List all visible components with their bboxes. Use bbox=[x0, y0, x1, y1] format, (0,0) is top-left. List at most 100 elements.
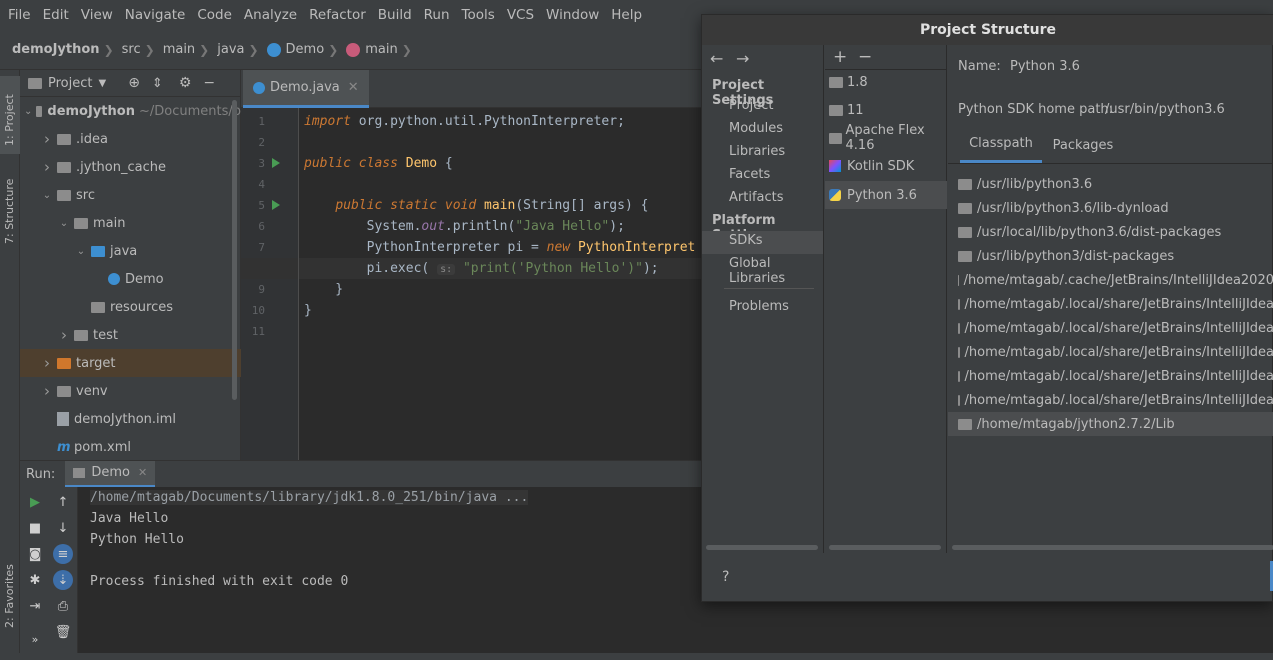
gear-icon[interactable]: ⚙ bbox=[179, 75, 192, 91]
arrow-up-icon[interactable]: ↑ bbox=[53, 492, 73, 512]
classpath-item[interactable]: /home/mtagab/.local/share/JetBrains/Inte… bbox=[948, 316, 1273, 340]
rerun-icon[interactable]: ▶ bbox=[25, 492, 45, 512]
remove-icon[interactable]: − bbox=[858, 47, 872, 67]
back-arrow-icon[interactable]: ← bbox=[710, 49, 723, 68]
favorites-tool-label[interactable]: 2: Favorites bbox=[3, 564, 16, 628]
add-icon[interactable]: + bbox=[833, 47, 847, 67]
menu-build[interactable]: Build bbox=[372, 7, 418, 23]
sdk-scrollbar[interactable] bbox=[829, 545, 941, 550]
classpath-item[interactable]: /home/mtagab/.local/share/JetBrains/Inte… bbox=[948, 364, 1273, 388]
nav-global-libraries[interactable]: Global Libraries bbox=[729, 256, 823, 286]
menu-vcs[interactable]: VCS bbox=[501, 7, 540, 23]
nav-facets[interactable]: Facets bbox=[729, 167, 770, 182]
menu-run[interactable]: Run bbox=[418, 7, 456, 23]
menu-window[interactable]: Window bbox=[540, 7, 605, 23]
print-icon[interactable]: ⎙ bbox=[53, 596, 73, 616]
menu-help[interactable]: Help bbox=[605, 7, 648, 23]
tree-item[interactable]: › venv bbox=[20, 377, 241, 405]
classpath-item[interactable]: /home/mtagab/jython2.7.2/Lib bbox=[948, 412, 1273, 436]
tree-item[interactable]: ⌄ main bbox=[20, 209, 241, 237]
trash-icon[interactable]: 🗑 bbox=[53, 622, 73, 642]
code-editor[interactable]: 1234567891011 import org.python.util.Pyt… bbox=[241, 108, 701, 460]
menu-refactor[interactable]: Refactor bbox=[303, 7, 372, 23]
crumb-main[interactable]: main ❯ bbox=[163, 42, 218, 57]
crumb-method[interactable]: main ❯ bbox=[346, 42, 420, 57]
name-field[interactable]: Python 3.6 bbox=[1010, 59, 1080, 74]
crumb-demo[interactable]: Demo ❯ bbox=[266, 42, 347, 57]
nav-scrollbar[interactable] bbox=[706, 545, 818, 550]
run-class-icon[interactable] bbox=[272, 158, 280, 168]
close-icon[interactable]: ✕ bbox=[348, 80, 359, 95]
tree-item[interactable]: ⌄ demoJython ~/Documents/p bbox=[20, 97, 241, 125]
soft-wrap-icon[interactable]: ≡ bbox=[53, 544, 73, 564]
tree-item[interactable]: demoJython.iml bbox=[20, 405, 241, 433]
tree-item[interactable]: Demo bbox=[20, 265, 241, 293]
help-button[interactable]: ? bbox=[722, 569, 729, 585]
arrow-down-icon[interactable]: ↓ bbox=[53, 518, 73, 538]
chevron-right-icon[interactable]: › bbox=[41, 382, 53, 400]
menu-code[interactable]: Code bbox=[191, 7, 238, 23]
tree-item[interactable]: ⌄ src bbox=[20, 181, 241, 209]
nav-libraries[interactable]: Libraries bbox=[729, 144, 785, 159]
sdk-item-apache-flex[interactable]: Apache Flex 4.16 bbox=[829, 123, 946, 153]
tree-item[interactable]: › .idea bbox=[20, 125, 241, 153]
debug-icon[interactable]: ✱ bbox=[25, 570, 45, 590]
hide-icon[interactable]: − bbox=[203, 75, 215, 91]
chevron-right-icon[interactable]: › bbox=[41, 158, 53, 176]
tab-demo-java[interactable]: Demo.java ✕ bbox=[243, 70, 369, 108]
tab-packages[interactable]: Packages bbox=[1044, 127, 1122, 163]
chevron-right-icon[interactable]: › bbox=[58, 326, 70, 344]
run-method-icon[interactable] bbox=[272, 200, 280, 210]
menu-navigate[interactable]: Navigate bbox=[119, 7, 192, 23]
crumb-src[interactable]: src ❯ bbox=[122, 42, 163, 57]
chevron-right-icon[interactable]: › bbox=[41, 354, 53, 372]
chevron-down-icon[interactable]: ⌄ bbox=[41, 190, 53, 201]
nav-artifacts[interactable]: Artifacts bbox=[729, 190, 784, 205]
locate-icon[interactable]: ⊕ bbox=[128, 75, 140, 91]
crumb-java[interactable]: java ❯ bbox=[217, 42, 266, 57]
classpath-scrollbar[interactable] bbox=[952, 545, 1273, 550]
close-icon[interactable]: ✕ bbox=[138, 466, 147, 479]
classpath-item[interactable]: /usr/lib/python3.6/lib-dynload bbox=[948, 196, 1273, 220]
camera-icon[interactable]: ◙ bbox=[25, 544, 45, 564]
tree-item[interactable]: › target bbox=[20, 349, 241, 377]
nav-modules[interactable]: Modules bbox=[729, 121, 783, 136]
classpath-item[interactable]: /usr/lib/python3/dist-packages bbox=[948, 244, 1273, 268]
tree-item[interactable]: m pom.xml bbox=[20, 433, 241, 461]
sdk-item-1-8[interactable]: 1.8 bbox=[829, 70, 868, 94]
menu-edit[interactable]: Edit bbox=[37, 7, 75, 23]
sdk-item-11[interactable]: 11 bbox=[829, 98, 864, 122]
collapse-all-icon[interactable]: ⇕ bbox=[152, 76, 163, 91]
tree-item[interactable]: › test bbox=[20, 321, 241, 349]
menu-analyze[interactable]: Analyze bbox=[238, 7, 303, 23]
menu-view[interactable]: View bbox=[75, 7, 119, 23]
classpath-item[interactable]: /usr/lib/python3.6 bbox=[948, 172, 1273, 196]
classpath-item[interactable]: /usr/local/lib/python3.6/dist-packages bbox=[948, 220, 1273, 244]
sdk-item-kotlin[interactable]: Kotlin SDK bbox=[829, 154, 914, 178]
chevron-down-icon[interactable]: ⌄ bbox=[24, 106, 32, 117]
classpath-item[interactable]: /home/mtagab/.local/share/JetBrains/Inte… bbox=[948, 292, 1273, 316]
stop-icon[interactable]: ■ bbox=[25, 518, 45, 538]
classpath-item[interactable]: /home/mtagab/.local/share/JetBrains/Inte… bbox=[948, 340, 1273, 364]
tree-item[interactable]: ⌄ java bbox=[20, 237, 241, 265]
nav-problems[interactable]: Problems bbox=[729, 299, 789, 314]
forward-arrow-icon[interactable]: → bbox=[736, 49, 749, 68]
tree-item[interactable]: › .jython_cache bbox=[20, 153, 241, 181]
crumb-project[interactable]: demoJython ❯ bbox=[12, 42, 122, 57]
run-tab-demo[interactable]: Demo ✕ bbox=[65, 460, 156, 488]
menu-file[interactable]: File bbox=[2, 7, 37, 23]
classpath-item[interactable]: /home/mtagab/.cache/JetBrains/IntelliJId… bbox=[948, 268, 1273, 292]
nav-project[interactable]: Project bbox=[729, 98, 773, 113]
classpath-item[interactable]: /home/mtagab/.local/share/JetBrains/Inte… bbox=[948, 388, 1273, 412]
sdk-item-python[interactable]: Python 3.6 bbox=[829, 183, 917, 207]
home-path-value[interactable]: /usr/bin/python3.6 bbox=[1105, 102, 1225, 117]
nav-sdks[interactable]: SDKs bbox=[729, 233, 763, 248]
chevron-down-icon[interactable]: ⌄ bbox=[75, 246, 87, 257]
tree-scrollbar[interactable] bbox=[232, 100, 237, 400]
more-icon[interactable]: » bbox=[25, 629, 45, 649]
login-icon[interactable]: ⇥ bbox=[25, 596, 45, 616]
scroll-to-end-icon[interactable]: ⇣ bbox=[53, 570, 73, 590]
project-panel-title[interactable]: Project bbox=[48, 76, 92, 91]
menu-tools[interactable]: Tools bbox=[456, 7, 501, 23]
structure-tool-label[interactable]: 7: Structure bbox=[3, 179, 16, 244]
